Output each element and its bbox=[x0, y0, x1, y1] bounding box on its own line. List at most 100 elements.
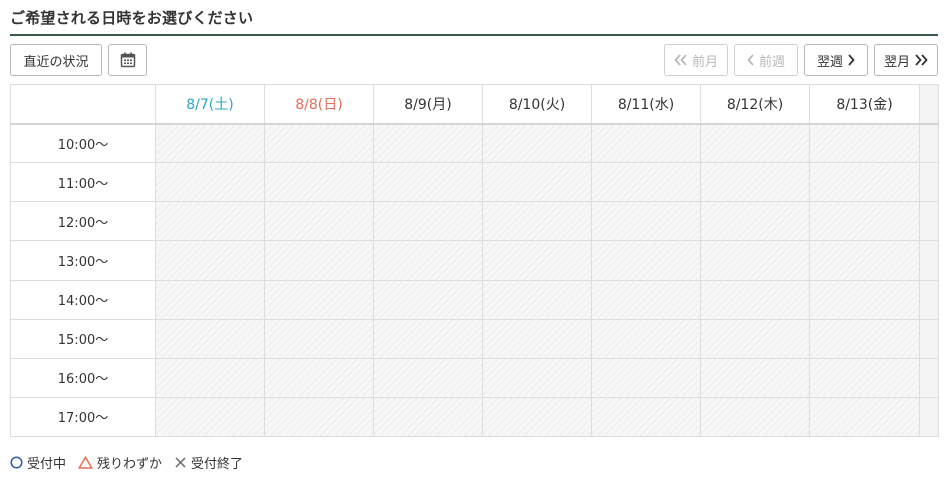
slot-cell bbox=[155, 162, 265, 203]
prev-month-button[interactable]: 前月 bbox=[664, 44, 728, 76]
double-chevron-right-icon bbox=[914, 54, 928, 66]
slot-cell bbox=[591, 201, 701, 242]
next-month-label: 翌月 bbox=[883, 54, 910, 70]
slot-cell bbox=[809, 162, 920, 203]
slot-cell bbox=[809, 396, 920, 438]
legend-few-left-label: 残りわずか bbox=[97, 457, 163, 472]
slot-cell bbox=[373, 396, 483, 438]
time-label: 17:00〜 bbox=[10, 396, 156, 438]
slot-cell bbox=[809, 318, 920, 359]
schedule-table: 8/7(土) 8/8(日) 8/9(月) 8/10(火) 8/11(水) 8/1… bbox=[10, 84, 939, 438]
time-row: 16:00〜 bbox=[10, 357, 939, 398]
date-header-row: 8/7(土) 8/8(日) 8/9(月) 8/10(火) 8/11(水) 8/1… bbox=[10, 84, 939, 125]
slot-cell bbox=[700, 201, 810, 242]
slot-cell bbox=[264, 162, 374, 203]
slot-cell bbox=[264, 318, 374, 359]
time-row: 11:00〜 bbox=[10, 162, 939, 203]
date-header: 8/11(水) bbox=[591, 84, 701, 125]
slot-cell bbox=[482, 279, 592, 320]
time-row: 10:00〜 bbox=[10, 122, 939, 164]
slot-cell bbox=[809, 357, 920, 398]
slot-cell bbox=[700, 357, 810, 398]
time-row: 14:00〜 bbox=[10, 279, 939, 320]
slot-cell bbox=[373, 240, 483, 281]
slot-cell bbox=[700, 162, 810, 203]
chevron-right-icon bbox=[847, 54, 855, 66]
double-chevron-left-icon bbox=[674, 54, 688, 66]
slot-cell bbox=[700, 318, 810, 359]
time-label: 16:00〜 bbox=[10, 357, 156, 398]
time-row: 12:00〜 bbox=[10, 201, 939, 242]
slot-cell bbox=[482, 357, 592, 398]
title-divider bbox=[10, 34, 938, 36]
date-header: 8/10(火) bbox=[482, 84, 592, 125]
slot-cell bbox=[809, 201, 920, 242]
slot-cell bbox=[264, 201, 374, 242]
date-header: 8/12(木) bbox=[700, 84, 810, 125]
prev-week-label: 前週 bbox=[758, 54, 785, 70]
date-header: 8/13(金) bbox=[809, 84, 920, 125]
slot-cell bbox=[373, 122, 483, 164]
slot-cell bbox=[264, 122, 374, 164]
scrollbar-gutter bbox=[919, 240, 939, 281]
slot-cell bbox=[155, 318, 265, 359]
slot-cell bbox=[591, 162, 701, 203]
legend-available: 受付中 bbox=[10, 453, 66, 472]
scrollbar-gutter bbox=[919, 318, 939, 359]
slot-cell bbox=[155, 279, 265, 320]
slot-cell bbox=[373, 357, 483, 398]
time-row: 13:00〜 bbox=[10, 240, 939, 281]
time-label: 12:00〜 bbox=[10, 201, 156, 242]
slot-cell bbox=[155, 396, 265, 438]
calendar-picker-button[interactable] bbox=[108, 44, 147, 76]
time-row: 15:00〜 bbox=[10, 318, 939, 359]
slot-cell bbox=[155, 122, 265, 164]
slot-cell bbox=[264, 240, 374, 281]
next-month-button[interactable]: 翌月 bbox=[874, 44, 938, 76]
chevron-left-icon bbox=[747, 54, 755, 66]
time-label: 14:00〜 bbox=[10, 279, 156, 320]
slot-cell bbox=[700, 240, 810, 281]
slot-cell bbox=[591, 318, 701, 359]
slot-cell bbox=[155, 240, 265, 281]
prev-week-button[interactable]: 前週 bbox=[734, 44, 798, 76]
date-header: 8/7(土) bbox=[155, 84, 265, 125]
legend-closed-label: 受付終了 bbox=[191, 457, 244, 472]
page-title: ご希望される日時をお選びください bbox=[10, 9, 254, 27]
time-label: 15:00〜 bbox=[10, 318, 156, 359]
slot-cell bbox=[482, 201, 592, 242]
next-week-button[interactable]: 翌週 bbox=[804, 44, 868, 76]
scrollbar-gutter bbox=[919, 201, 939, 242]
slot-cell bbox=[482, 318, 592, 359]
slot-cell bbox=[155, 201, 265, 242]
scrollbar-gutter bbox=[919, 122, 939, 164]
slot-cell bbox=[264, 357, 374, 398]
slot-cell bbox=[155, 357, 265, 398]
slot-cell bbox=[264, 396, 374, 438]
slot-cell bbox=[809, 240, 920, 281]
header-corner bbox=[10, 84, 156, 125]
scrollbar-gutter bbox=[919, 396, 939, 438]
slot-cell bbox=[373, 318, 483, 359]
next-week-label: 翌週 bbox=[816, 54, 843, 70]
scrollbar-gutter bbox=[919, 162, 939, 203]
slot-cell bbox=[373, 162, 483, 203]
time-label: 13:00〜 bbox=[10, 240, 156, 281]
time-label: 10:00〜 bbox=[10, 122, 156, 164]
date-header: 8/8(日) bbox=[264, 84, 374, 125]
slot-cell bbox=[591, 240, 701, 281]
calendar-icon bbox=[120, 52, 136, 68]
time-row: 17:00〜 bbox=[10, 396, 939, 438]
recent-status-button[interactable]: 直近の状況 bbox=[10, 44, 102, 76]
slot-cell bbox=[809, 279, 920, 320]
triangle-icon bbox=[78, 456, 94, 469]
legend: 受付中 残りわずか 受付終了 bbox=[10, 453, 255, 472]
slot-cell bbox=[482, 240, 592, 281]
date-header: 8/9(月) bbox=[373, 84, 483, 125]
slot-cell bbox=[264, 279, 374, 320]
time-label: 11:00〜 bbox=[10, 162, 156, 203]
slot-cell bbox=[482, 122, 592, 164]
legend-closed: 受付終了 bbox=[174, 453, 243, 472]
cross-icon bbox=[174, 456, 187, 469]
slot-cell bbox=[591, 396, 701, 438]
